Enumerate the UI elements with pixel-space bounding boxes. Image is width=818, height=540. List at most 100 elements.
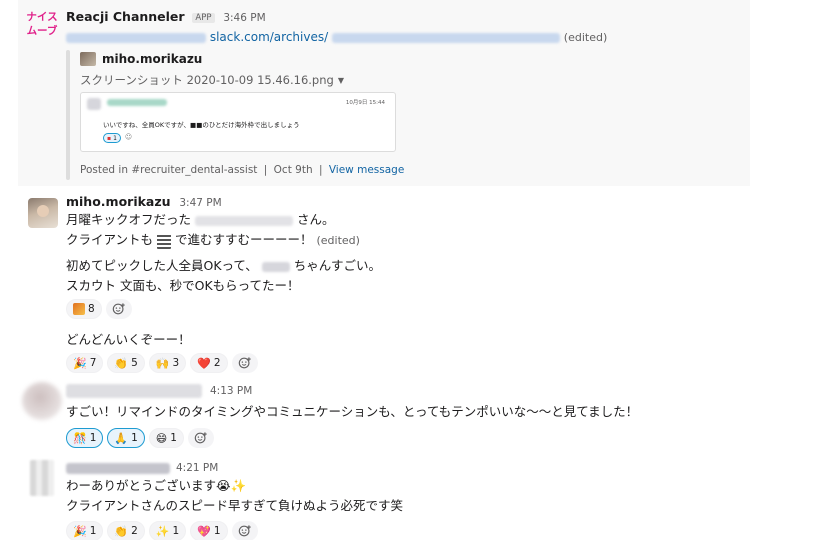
thumb-add-reaction-icon: ☺ <box>124 133 133 141</box>
avatar-reacji-line1: ナイス <box>26 11 58 23</box>
reaction-pill[interactable]: 🎉 1 <box>66 521 104 540</box>
reaction-emoji: 🎊 <box>73 431 87 445</box>
message-user4: 4:21 PM わーありがとうございます😭✨ クライアントさんのスピード早すぎて… <box>0 456 818 540</box>
posted-in[interactable]: Posted in #recruiter_dental-assist <box>80 164 257 176</box>
add-reaction-button[interactable] <box>105 299 132 319</box>
text-line: どんどんいくぞーー！ <box>66 332 191 347</box>
reaction-pill[interactable]: 🎉 7 <box>66 353 104 373</box>
add-reaction-button[interactable] <box>187 428 214 448</box>
text-line: ちゃんすごい。 <box>293 258 382 273</box>
reaction-emoji: 🎉 <box>73 524 87 538</box>
add-reaction-icon <box>112 303 125 315</box>
thumb-text: いいですね、全員OKですが、■■のひとだけ海外枠で出しましょう <box>103 121 300 129</box>
reaction-emoji: 👏 <box>114 356 129 370</box>
reaction-count: 1 <box>89 525 97 537</box>
screenshot-thumbnail[interactable]: 10月9日 15:44 いいですね、全員OKですが、■■のひとだけ海外枠で出しま… <box>80 92 396 152</box>
reaction-count: 1 <box>131 432 138 444</box>
reaction-count: 3 <box>172 357 180 369</box>
reaction-count: 1 <box>170 432 177 444</box>
custom-emoji-icon <box>73 303 85 315</box>
sender-name[interactable]: miho.morikazu <box>66 194 171 209</box>
thumb-name-blur <box>107 99 167 106</box>
reaction-pill[interactable]: 💖 1 <box>190 521 228 540</box>
edited-label: (edited) <box>316 234 360 247</box>
reaction-pill[interactable]: 🙌 3 <box>148 353 187 373</box>
avatar-reacji[interactable]: ナイス ムーブ <box>22 10 62 46</box>
reaction-count: 7 <box>89 357 97 369</box>
redacted-sender-name[interactable] <box>66 384 202 398</box>
edited-label: (edited) <box>563 31 608 44</box>
thumb-time: 10月9日 15:44 <box>345 100 385 106</box>
reaction-emoji: 💖 <box>197 524 211 538</box>
redacted-name <box>195 215 293 226</box>
message-time[interactable]: 3:47 PM <box>179 197 221 209</box>
text-line: クライアントさんのスピード早すぎて負けぬよう必死です笑 <box>66 498 404 513</box>
thumb-reaction-count: 1 <box>113 134 117 142</box>
view-message-link[interactable]: View message <box>329 164 404 176</box>
add-reaction-icon <box>238 525 251 537</box>
reaction-emoji: 🙌 <box>155 356 170 370</box>
reaction-count: 5 <box>131 357 138 369</box>
avatar-reacji-line2: ムーブ <box>26 25 58 37</box>
separator: | <box>263 164 268 176</box>
redacted-name <box>261 261 290 272</box>
thumb-reaction: ▪ 1 <box>103 133 121 143</box>
quote-file-name[interactable]: スクリーンショット 2020-10-09 15.46.16.png <box>80 72 334 88</box>
reaction-pill[interactable]: 👏 5 <box>107 353 145 373</box>
archive-link[interactable]: slack.com/archives/ <box>210 30 328 44</box>
quote-author-avatar <box>80 52 96 66</box>
reaction-emoji: 👏 <box>114 524 129 538</box>
quote-date[interactable]: Oct 9th <box>274 164 313 176</box>
text-line: 初めてピックした人全員OKって、 <box>66 258 258 273</box>
reaction-pill[interactable]: 🎊 1 <box>66 428 104 448</box>
separator: | <box>318 164 323 176</box>
text-line: すごい！リマインドのタイミングやコミュニケーションも、とってもテンポいいな〜〜と… <box>66 404 639 419</box>
reaction-count: 8 <box>88 303 95 315</box>
reaction-pill[interactable]: ❤️ 2 <box>190 353 228 373</box>
quote-author[interactable]: miho.morikazu <box>102 52 202 66</box>
sender-name[interactable]: Reacji Channeler <box>66 9 185 24</box>
reaction-pill[interactable]: 😄 1 <box>148 428 184 448</box>
text-line: 月曜キックオフだった <box>66 212 192 227</box>
reaction-count: 1 <box>89 432 97 444</box>
reaction-pill[interactable]: ✨ 1 <box>148 521 187 540</box>
avatar-user4[interactable] <box>30 460 54 496</box>
reaction-count: 1 <box>213 525 221 537</box>
custom-emoji-icon <box>157 232 171 249</box>
thumb-avatar-blur <box>87 98 101 110</box>
thumb-reaction-emoji: ▪ <box>107 134 112 142</box>
redacted-sender-name[interactable] <box>66 462 170 474</box>
avatar-user3[interactable] <box>22 382 62 420</box>
text-line: わーありがとうございます😭✨ <box>66 478 247 493</box>
reaction-emoji: ✨ <box>155 524 170 538</box>
reaction-count: 2 <box>131 525 138 537</box>
caret-down-icon[interactable]: ▼ <box>338 76 344 85</box>
avatar-miho[interactable] <box>28 198 58 228</box>
text-line: さん。 <box>296 212 335 227</box>
message-time[interactable]: 4:13 PM <box>210 385 252 397</box>
quote-bar <box>66 50 70 180</box>
avatar-miho-face <box>37 205 49 217</box>
text-line: で進むすすむーーーー！ <box>174 232 313 247</box>
quote-attachment: miho.morikazu スクリーンショット 2020-10-09 15.46… <box>66 50 466 182</box>
reaction-count: 2 <box>213 357 221 369</box>
add-reaction-icon <box>194 432 207 444</box>
text-line: スカウト 文面も、秒でOKもらってたー！ <box>66 278 300 293</box>
message-time[interactable]: 4:21 PM <box>176 462 218 474</box>
message-miho: miho.morikazu 3:47 PM 月曜キックオフだった さん。 クライ… <box>0 186 818 376</box>
add-reaction-button[interactable] <box>231 353 258 373</box>
reaction-emoji: 🎉 <box>73 356 87 370</box>
app-badge: APP <box>192 12 215 23</box>
reaction-emoji: 😄 <box>155 431 168 445</box>
reaction-pill[interactable]: 👏 2 <box>107 521 145 540</box>
reaction-pill[interactable]: 8 <box>66 299 102 319</box>
message-reacji: ナイス ムーブ Reacji Channeler APP 3:46 PM sla… <box>0 0 818 186</box>
message-time[interactable]: 3:46 PM <box>223 12 265 24</box>
reaction-pill[interactable]: 🙏 1 <box>107 428 145 448</box>
message-user3: 4:13 PM すごい！リマインドのタイミングやコミュニケーションも、とってもテ… <box>0 376 818 456</box>
add-reaction-icon <box>238 357 251 369</box>
reaction-count: 1 <box>172 525 180 537</box>
add-reaction-button[interactable] <box>231 521 258 540</box>
reaction-emoji: ❤️ <box>197 356 211 370</box>
reaction-emoji: 🙏 <box>114 431 129 445</box>
